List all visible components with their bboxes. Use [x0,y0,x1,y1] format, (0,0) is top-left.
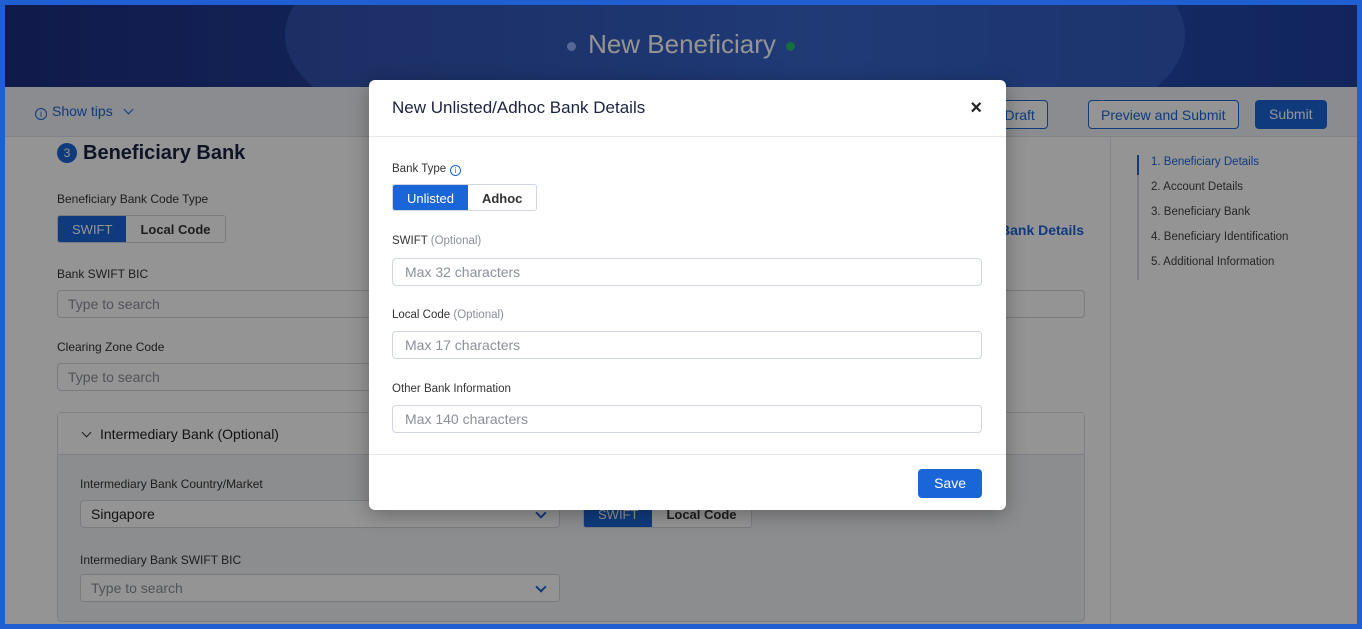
modal-footer: Save [369,454,1006,510]
bank-type-adhoc[interactable]: Adhoc [467,185,537,210]
other-info-label: Other Bank Information [392,383,511,395]
bank-type-unlisted[interactable]: Unlisted [393,185,468,210]
local-code-label: Local Code (Optional) [392,309,504,321]
local-code-input[interactable]: Max 17 characters [392,331,982,359]
save-button[interactable]: Save [918,469,982,498]
other-info-input[interactable]: Max 140 characters [392,405,982,433]
swift-label: SWIFT (Optional) [392,235,481,247]
bank-type-toggle: Unlisted Adhoc [392,184,538,211]
swift-input[interactable]: Max 32 characters [392,258,982,286]
modal-header: New Unlisted/Adhoc Bank Details × [369,80,1006,137]
modal-title: New Unlisted/Adhoc Bank Details [392,98,646,117]
close-icon[interactable]: × [970,97,982,120]
app-frame: New Beneficiary i Show tips ave Draft Pre… [0,0,1362,629]
bank-details-modal: New Unlisted/Adhoc Bank Details × Bank T… [369,80,1006,510]
optional-tag: (Optional) [453,309,504,321]
info-icon[interactable]: i [450,165,462,176]
local-code-label-text: Local Code [392,309,451,321]
swift-label-text: SWIFT [392,235,428,247]
optional-tag: (Optional) [430,235,482,247]
bank-type-label: Bank Type i [392,163,462,176]
bank-type-label-text: Bank Type [392,163,447,175]
